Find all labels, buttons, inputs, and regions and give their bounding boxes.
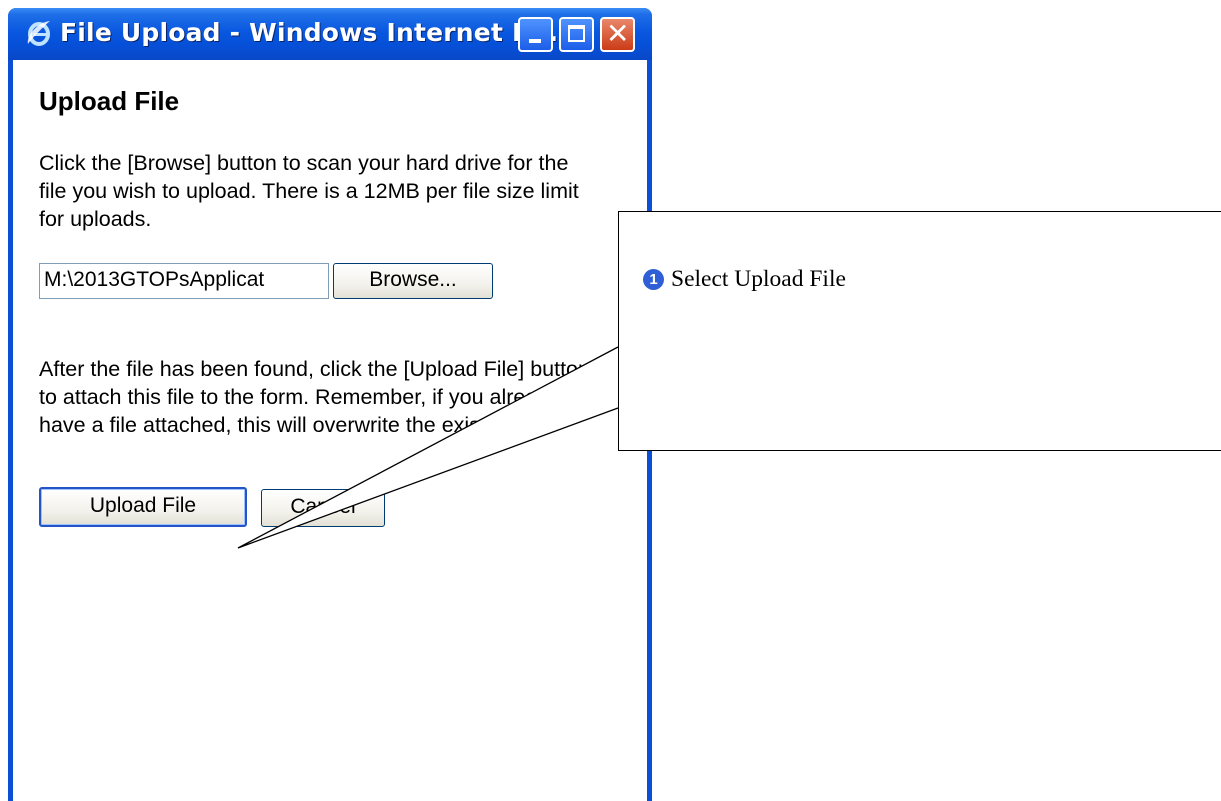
action-buttons: Upload File Cancel bbox=[39, 487, 629, 531]
window-titlebar[interactable]: File Upload - Windows Internet E... ✕ bbox=[8, 8, 652, 60]
minimize-button[interactable] bbox=[518, 17, 553, 52]
cancel-button[interactable]: Cancel bbox=[261, 489, 385, 527]
page-title: Upload File bbox=[39, 86, 180, 116]
window-title: File Upload - Windows Internet E... bbox=[60, 18, 559, 47]
upload-file-button[interactable]: Upload File bbox=[39, 487, 247, 527]
callout-box: 1 Select Upload File bbox=[618, 211, 1221, 451]
callout-label: 1 Select Upload File bbox=[643, 266, 846, 293]
close-icon: ✕ bbox=[606, 17, 630, 50]
upload-instructions: After the file has been found, click the… bbox=[39, 357, 590, 437]
internet-explorer-icon bbox=[27, 21, 50, 46]
file-picker-row: M:\2013GTOPsApplicat Browse... bbox=[39, 263, 629, 303]
callout-text: Select Upload File bbox=[671, 266, 846, 292]
file-upload-window: File Upload - Windows Internet E... ✕ Up… bbox=[8, 8, 652, 801]
maximize-icon bbox=[568, 25, 585, 42]
file-path-input[interactable]: M:\2013GTOPsApplicat bbox=[39, 263, 329, 299]
browse-button[interactable]: Browse... bbox=[333, 263, 493, 299]
callout-number-badge: 1 bbox=[643, 269, 664, 290]
browse-instructions: Click the [Browse] button to scan your h… bbox=[39, 151, 579, 231]
upload-form: Upload File Click the [Browse] button to… bbox=[39, 86, 629, 531]
maximize-button[interactable] bbox=[559, 17, 594, 52]
close-button[interactable]: ✕ bbox=[600, 17, 635, 52]
window-client-area: Upload File Click the [Browse] button to… bbox=[13, 60, 647, 801]
minimize-icon bbox=[529, 39, 541, 43]
screenshot: File Upload - Windows Internet E... ✕ Up… bbox=[0, 0, 1221, 801]
